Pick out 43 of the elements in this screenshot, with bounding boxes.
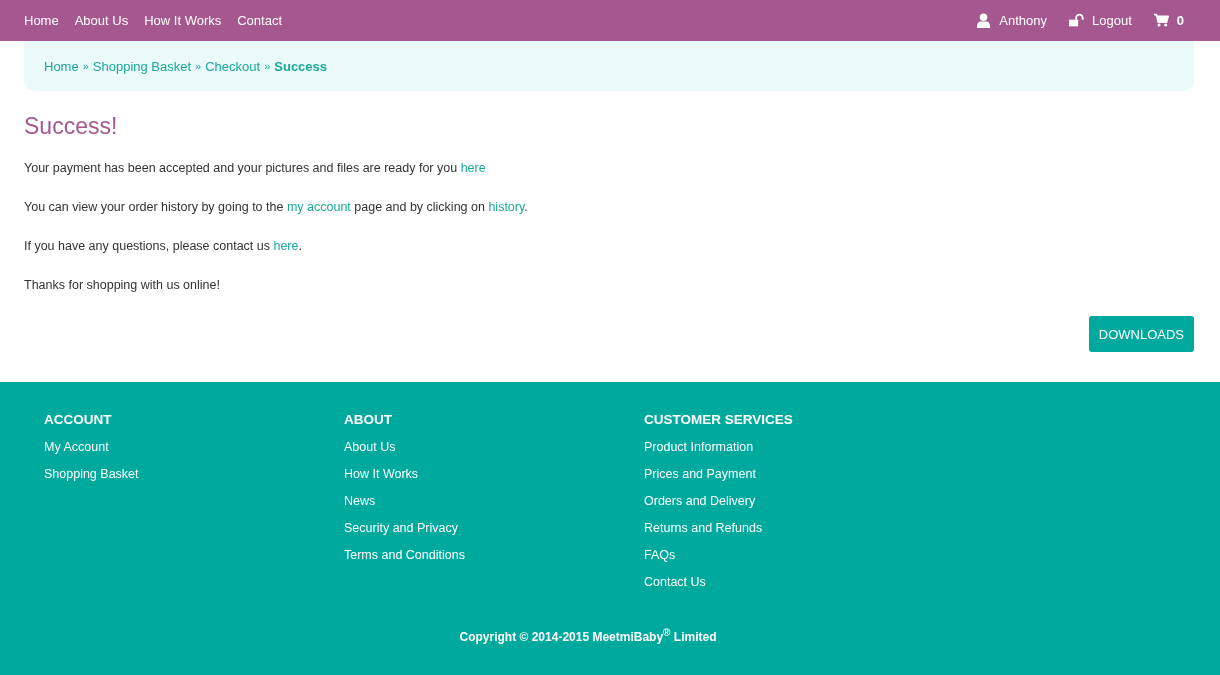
breadcrumb-current: Success: [274, 58, 328, 74]
nav-link[interactable]: About Us: [74, 13, 129, 28]
paragraph: Your payment has been accepted and your pictures and files are ready for you here: [24, 160, 486, 176]
footer-link[interactable]: News: [344, 494, 376, 509]
paragraph: If you have any questions, please contact us here.: [24, 238, 302, 254]
breadcrumb-separator: »: [82, 60, 89, 72]
logout-link[interactable]: Logout: [1069, 13, 1132, 28]
footer-link[interactable]: Returns and Refunds: [644, 521, 763, 536]
nav-link[interactable]: Home: [24, 13, 59, 28]
footer-link[interactable]: Terms and Conditions: [344, 548, 465, 563]
nav-link[interactable]: How It Works: [144, 13, 222, 28]
footer-link[interactable]: Contact Us: [644, 575, 706, 590]
text-link[interactable]: here: [273, 239, 299, 253]
nav-link[interactable]: Contact: [237, 13, 283, 28]
footer-heading: ACCOUNT: [44, 412, 112, 427]
footer-link[interactable]: Security and Privacy: [344, 521, 458, 536]
footer-link[interactable]: My Account: [44, 440, 109, 455]
footer-link[interactable]: Orders and Delivery: [644, 494, 756, 509]
breadcrumb-link[interactable]: Shopping Basket: [92, 58, 192, 74]
copyright-text: Copyright © 2014-2015 MeetmiBaby$^{®}$ Limited: [459, 627, 717, 644]
user-icon: [976, 13, 992, 28]
unlocked-padlock-icon: [1069, 13, 1084, 28]
footer-heading: ABOUT: [344, 412, 392, 427]
paragraph: You can view your order history by going to the my account page and by clicking on history.: [24, 199, 528, 215]
page-heading: Success!: [24, 113, 119, 140]
user-link[interactable]: Anthony: [976, 13, 1047, 28]
downloads-button[interactable]: DOWNLOADS: [1088, 316, 1194, 352]
text-link[interactable]: my account: [286, 200, 351, 214]
footer-link[interactable]: Prices and Payment: [644, 467, 756, 482]
cart-link[interactable]: 0: [1153, 13, 1184, 28]
text-link[interactable]: here: [460, 161, 486, 175]
breadcrumb-separator: »: [195, 60, 202, 72]
paragraph: Thanks for shopping with us online!: [24, 277, 220, 293]
footer-link[interactable]: Shopping Basket: [44, 467, 139, 482]
footer-heading: CUSTOMER SERVICES: [644, 412, 793, 427]
footer-link[interactable]: About Us: [344, 440, 396, 455]
footer-link[interactable]: FAQs: [644, 548, 676, 563]
breadcrumb-separator: »: [264, 60, 271, 72]
cart-icon: [1153, 13, 1169, 28]
breadcrumb-link[interactable]: Home: [44, 58, 79, 74]
breadcrumb-link[interactable]: Checkout: [205, 58, 261, 74]
footer-link[interactable]: How It Works: [344, 467, 419, 482]
footer-link[interactable]: Product Information: [644, 440, 754, 455]
